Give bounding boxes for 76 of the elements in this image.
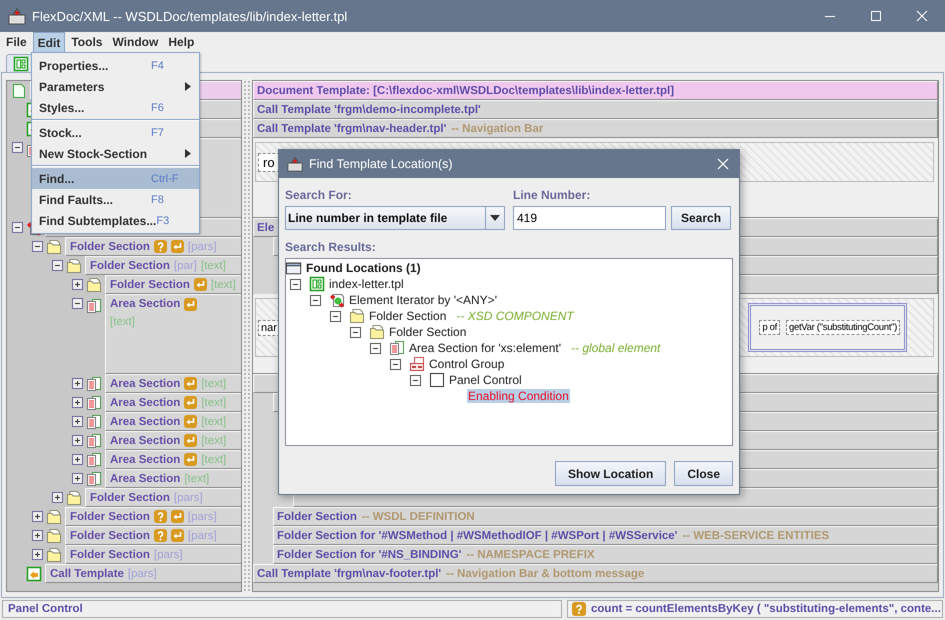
section-label: Call Template 'frgm\nav-footer.tpl' bbox=[257, 568, 442, 580]
menu-entry[interactable]: Parameters bbox=[32, 76, 199, 97]
search-for-dropdown[interactable]: Line number in template file bbox=[285, 206, 505, 230]
tag-label: [text] bbox=[201, 378, 226, 390]
node-label: Folder Section bbox=[90, 260, 170, 272]
menu-item[interactable]: Help bbox=[164, 32, 198, 52]
tag-label: [text] bbox=[184, 472, 210, 484]
field-label: Search For: bbox=[285, 188, 353, 202]
node-comment: -- XSD COMPONENT bbox=[456, 309, 574, 323]
section-label: Document Template: [C:\flexdoc-xml\WSDLDoc\templates\lib\index-letter.tpl] bbox=[257, 84, 674, 96]
dialog-button[interactable]: Show Location bbox=[554, 461, 666, 486]
node-label: Area Section bbox=[110, 416, 180, 428]
section-comment: -- Navigation Bar bbox=[451, 122, 544, 134]
window-title: FlexDoc/XML -- WSDLDoc/templates/lib/index-letter.tpl bbox=[32, 8, 348, 24]
menu-item[interactable]: File bbox=[2, 32, 31, 52]
section-label: Call Template 'frgm\demo-incomplete.tpl' bbox=[257, 104, 481, 116]
result-node[interactable]: Panel Control bbox=[448, 373, 523, 387]
result-node[interactable]: index-letter.tpl bbox=[328, 277, 405, 291]
result-node[interactable]: Found Locations (1) bbox=[305, 261, 422, 275]
node-label: Folder Section bbox=[70, 530, 150, 542]
tag-label: [text] bbox=[210, 278, 236, 290]
menu-entry[interactable]: Find Subtemplates...F3 bbox=[32, 210, 199, 231]
menu-entry[interactable]: Styles... F6 bbox=[32, 97, 199, 118]
field-label: Line Number: bbox=[513, 188, 592, 202]
section-label: Call Template 'frgm\nav-header.tpl' bbox=[257, 122, 446, 134]
section-comment: -- WSDL DEFINITION bbox=[362, 510, 475, 522]
tag-label: [text] bbox=[201, 434, 226, 446]
template-field: getVar ("substitutingCount") bbox=[786, 320, 900, 335]
tag-label: [text] bbox=[201, 396, 226, 408]
result-node[interactable]: Folder Section bbox=[368, 309, 448, 323]
status-text: Panel Control bbox=[2, 600, 562, 618]
node-label: Area Section bbox=[110, 472, 180, 484]
template-field: p of bbox=[759, 320, 780, 335]
node-label: Area Section bbox=[110, 378, 180, 390]
result-node[interactable]: Element Iterator by '<ANY>' bbox=[348, 293, 498, 307]
section-label: Folder Section for '#WSMethod | #WSMethodIOF | #WSPort | #WSService' bbox=[277, 530, 678, 542]
node-label: Area Section bbox=[110, 434, 180, 446]
node-label: Folder Section bbox=[70, 510, 150, 522]
section-label: Folder Section for '#NS_BINDING' bbox=[277, 548, 462, 560]
menu-entry[interactable]: Find Faults... F8 bbox=[32, 189, 199, 210]
search-button[interactable]: Search bbox=[671, 206, 732, 230]
menu-item[interactable]: Window bbox=[108, 32, 162, 52]
node-label: Call Template bbox=[50, 568, 124, 580]
field-label: Search Results: bbox=[285, 240, 377, 254]
node-label: Area Section bbox=[110, 454, 180, 466]
node-label: Folder Section bbox=[90, 492, 170, 504]
section-comment: -- WEB-SERVICE ENTITIES bbox=[682, 530, 830, 542]
menu-item[interactable]: Edit bbox=[32, 32, 66, 52]
node-comment: -- global element bbox=[571, 341, 660, 355]
menu-item[interactable]: Tools bbox=[67, 32, 106, 52]
template-field: ro bbox=[258, 152, 280, 172]
node-label: Folder Section bbox=[70, 548, 150, 560]
dialog-button[interactable]: Close bbox=[674, 461, 733, 486]
result-node[interactable]: Area Section for 'xs:element' bbox=[408, 341, 562, 355]
node-label: Folder Section bbox=[110, 278, 190, 290]
menu-entry[interactable]: New Stock-Section bbox=[32, 143, 199, 164]
result-node[interactable]: Folder Section bbox=[388, 325, 468, 339]
node-label: Folder Section bbox=[70, 240, 150, 252]
menu-entry[interactable]: Properties... F4 bbox=[32, 55, 199, 76]
menu-entry[interactable]: Stock... F7 bbox=[32, 122, 199, 143]
section-label: Folder Section bbox=[277, 510, 357, 522]
section-comment: -- NAMESPACE PREFIX bbox=[466, 548, 595, 560]
expression-text: count = countElementsByKey ( "substituting-elements", conte... bbox=[591, 603, 941, 615]
tag-label: [text] bbox=[201, 454, 226, 466]
line-number-field[interactable]: 419 bbox=[513, 206, 666, 230]
tag-label: [text] bbox=[110, 316, 135, 328]
tag-label: [text] bbox=[200, 260, 226, 272]
tag-label: [text] bbox=[201, 416, 226, 428]
dialog-title: Find Template Location(s) bbox=[309, 157, 454, 171]
menu-entry[interactable]: Find... Ctrl-F bbox=[32, 168, 199, 189]
result-node[interactable]: Control Group bbox=[428, 357, 506, 371]
section-label: Ele bbox=[257, 222, 274, 234]
section-comment: -- Navigation Bar & bottom message bbox=[446, 568, 644, 580]
template-field: nar bbox=[258, 320, 280, 336]
node-label: Area Section bbox=[110, 298, 180, 310]
node-label: Area Section bbox=[110, 396, 180, 408]
